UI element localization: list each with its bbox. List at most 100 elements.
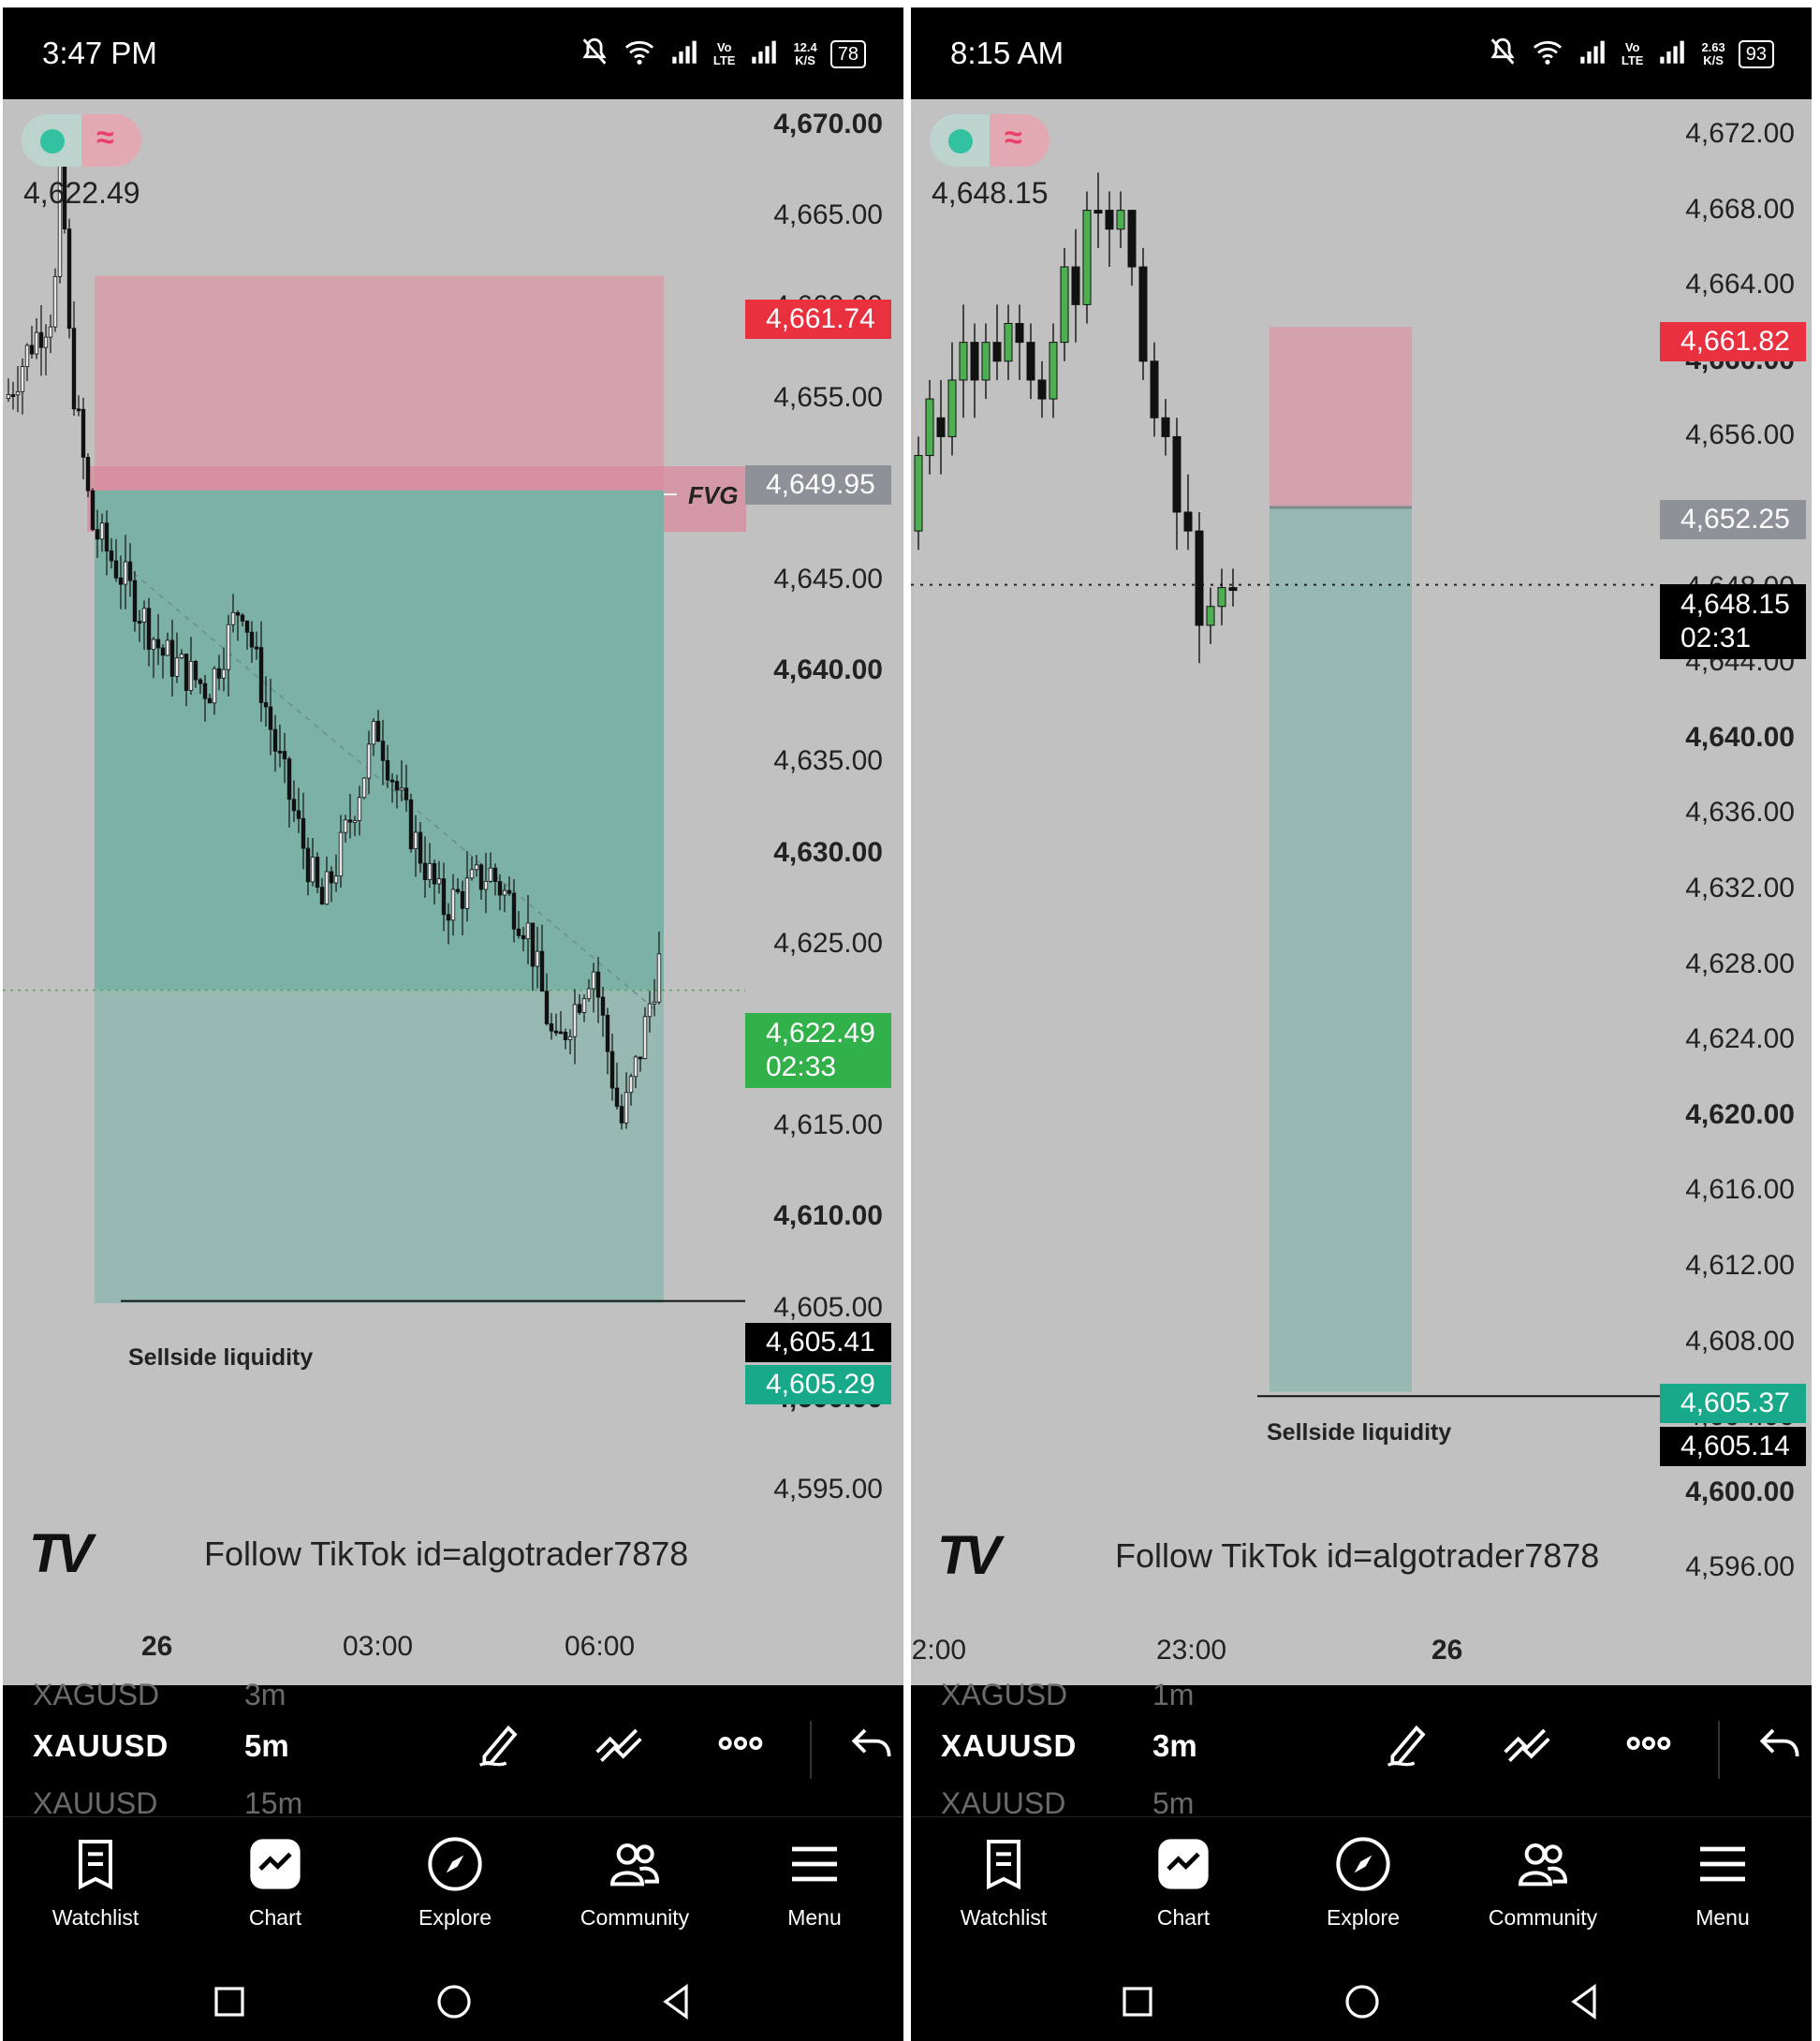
candle-body xyxy=(146,608,152,650)
nav-community[interactable]: Community xyxy=(565,1834,705,1931)
symbol-picker-prev[interactable]: XAGUSD xyxy=(941,1678,1067,1712)
symbol-picker-prev[interactable]: XAGUSD xyxy=(33,1678,159,1712)
pencil-draw-icon[interactable] xyxy=(1384,1717,1436,1769)
recent-apps-icon[interactable] xyxy=(1115,1979,1160,2024)
candle-body xyxy=(1004,323,1013,362)
recent-apps-icon[interactable] xyxy=(207,1979,252,2024)
wave-icon: ≈ xyxy=(96,120,114,155)
candle xyxy=(1138,247,1148,380)
candle-body xyxy=(1228,587,1238,592)
chart-canvas[interactable]: ≈ 4,648.15 4,672.004,668.004,664.004,660… xyxy=(911,99,1812,1685)
candle-body xyxy=(577,1004,582,1013)
interval-selector[interactable]: 3m xyxy=(1152,1728,1197,1764)
status-time: 3:47 PM xyxy=(42,36,157,70)
price-axis-label: 4,640.00 xyxy=(773,654,883,686)
home-icon[interactable] xyxy=(1340,1979,1385,2024)
candle-body xyxy=(226,624,231,670)
candle-body xyxy=(947,379,957,437)
candle-body xyxy=(506,889,512,894)
bar-countdown: 02:31 xyxy=(1681,623,1752,653)
status-icons: Vo LTE 12.4 K/S 78 xyxy=(579,36,866,72)
candle-body xyxy=(614,1087,620,1108)
candle-body xyxy=(305,847,311,883)
drawing-tools-icon[interactable] xyxy=(593,1717,645,1769)
candle xyxy=(408,793,414,853)
candle-body xyxy=(132,580,138,622)
candle-body xyxy=(329,871,334,884)
candle-body xyxy=(291,799,297,812)
candle-body xyxy=(1127,210,1137,268)
nav-watchlist[interactable]: Watchlist xyxy=(25,1834,166,1931)
undo-icon[interactable] xyxy=(1754,1717,1806,1769)
candle xyxy=(992,304,1002,380)
interval-picker-prev[interactable]: 1m xyxy=(1152,1678,1194,1712)
back-icon[interactable] xyxy=(1563,1979,1607,2024)
candle xyxy=(1127,210,1137,286)
candle-body xyxy=(43,336,49,348)
candle-body xyxy=(1037,379,1047,400)
drawing-tools-icon[interactable] xyxy=(1501,1717,1553,1769)
indicator-toggle[interactable]: ≈ xyxy=(930,114,1049,167)
candle-body xyxy=(455,888,461,892)
candle xyxy=(1071,228,1080,343)
profit-zone xyxy=(1270,507,1412,1392)
candle xyxy=(1037,360,1047,418)
candle-body xyxy=(432,862,437,885)
nav-explore[interactable]: Explore xyxy=(1293,1834,1433,1931)
candle xyxy=(38,304,44,376)
back-icon[interactable] xyxy=(654,1979,699,2024)
candle-body xyxy=(29,345,35,355)
fvg-label: FVG xyxy=(688,481,739,509)
price-axis-label: 4,625.00 xyxy=(773,927,883,959)
symbol-selector[interactable]: XAUUSD xyxy=(941,1728,1077,1764)
nav-chart[interactable]: Chart xyxy=(1113,1834,1254,1931)
candle-body xyxy=(1060,266,1069,344)
status-icons: Vo LTE 2.63 K/S 93 xyxy=(1487,36,1774,72)
price-axis-label: 4,670.00 xyxy=(773,109,883,139)
interval-picker-prev[interactable]: 3m xyxy=(244,1678,286,1712)
candle xyxy=(1195,512,1204,664)
candle-body xyxy=(970,342,979,381)
candle-body xyxy=(638,1056,643,1060)
candle-body xyxy=(137,621,142,624)
candle-body xyxy=(959,342,968,381)
candle-body xyxy=(446,914,451,921)
candle-body xyxy=(179,653,184,659)
candle-body xyxy=(1026,342,1035,381)
candle-body xyxy=(595,971,601,998)
chart-icon xyxy=(250,1839,301,1889)
interval-selector[interactable]: 5m xyxy=(244,1728,289,1764)
undo-icon[interactable] xyxy=(845,1717,898,1769)
community-icon xyxy=(609,1843,660,1887)
nav-chart[interactable]: Chart xyxy=(205,1834,345,1931)
candle-body xyxy=(581,998,587,1013)
symbol-selector[interactable]: XAUUSD xyxy=(33,1728,169,1764)
candle-body xyxy=(389,779,395,783)
system-nav-bar xyxy=(911,1957,1812,2041)
indicator-toggle[interactable]: ≈ xyxy=(22,114,141,167)
nav-menu[interactable]: Menu xyxy=(744,1834,885,1931)
nav-community[interactable]: Community xyxy=(1473,1834,1613,1931)
nav-explore[interactable]: Explore xyxy=(385,1834,525,1931)
more-options-icon[interactable] xyxy=(1622,1717,1675,1769)
chart-canvas[interactable]: ≈ 4,622.49 4,670.004,665.004,660.004,655… xyxy=(3,99,903,1685)
price-axis-label: 4,616.00 xyxy=(1685,1174,1795,1206)
candle-body xyxy=(1116,210,1125,230)
nav-watchlist[interactable]: Watchlist xyxy=(933,1834,1074,1931)
signal-icon xyxy=(1577,36,1608,72)
bottom-nav: Watchlist Chart Explore Community Menu xyxy=(3,1816,903,1958)
stop-price-tag: 4,661.74 xyxy=(745,300,891,339)
candle-body xyxy=(572,1004,578,1037)
price-axis-label: 4,595.00 xyxy=(773,1474,883,1505)
pencil-draw-icon[interactable] xyxy=(476,1717,528,1769)
ohlc-last-price: 4,622.49 xyxy=(23,176,140,210)
home-icon[interactable] xyxy=(432,1979,477,2024)
candle xyxy=(1093,172,1103,248)
target-price-tag: 4,605.37 xyxy=(1660,1384,1806,1423)
nav-menu[interactable]: Menu xyxy=(1652,1834,1793,1931)
price-axis-label: 4,665.00 xyxy=(773,199,883,231)
candle-body xyxy=(277,750,283,754)
candle-body xyxy=(413,831,418,850)
more-options-icon[interactable] xyxy=(714,1717,767,1769)
candle-body xyxy=(1217,587,1226,608)
